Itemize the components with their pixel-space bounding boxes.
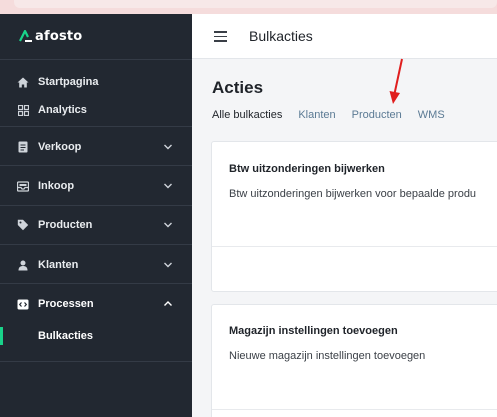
sidebar-subitem-bulkacties[interactable]: Bulkacties xyxy=(0,325,192,347)
sidebar-item-label: Verkoop xyxy=(38,141,82,153)
sidebar-item-inkoop[interactable]: Inkoop xyxy=(0,175,192,197)
card-divider xyxy=(212,246,497,247)
chevron-up-icon xyxy=(164,301,172,306)
sidebar-item-label: Startpagina xyxy=(38,76,99,88)
card-divider xyxy=(212,409,497,410)
sidebar-item-analytics[interactable]: Analytics xyxy=(0,99,192,121)
inbox-icon xyxy=(17,180,29,192)
tab-producten[interactable]: Producten xyxy=(352,109,402,121)
code-icon xyxy=(17,298,29,310)
chevron-down-icon xyxy=(164,222,172,228)
sidebar-item-label: Analytics xyxy=(38,104,87,116)
header-title: Bulkacties xyxy=(249,28,313,44)
card-description: Btw uitzonderingen bijwerken voor bepaal… xyxy=(229,188,477,200)
page-title: Acties xyxy=(212,78,264,97)
chevron-down-icon xyxy=(164,183,172,189)
card-title: Btw uitzonderingen bijwerken xyxy=(229,163,385,175)
grid-icon xyxy=(17,104,29,116)
sidebar: afosto Startpagina Analytics Verkoop Ink… xyxy=(0,14,192,417)
card-title: Magazijn instellingen toevoegen xyxy=(229,325,398,337)
sidebar-item-producten[interactable]: Producten xyxy=(0,214,192,236)
sidebar-divider xyxy=(0,205,192,206)
afosto-logo[interactable]: afosto xyxy=(19,28,82,44)
hamburger-icon[interactable] xyxy=(214,31,227,42)
card-description: Nieuwe magazijn instellingen toevoegen xyxy=(229,350,426,362)
sidebar-divider xyxy=(0,244,192,245)
browser-top-notch xyxy=(14,0,497,8)
sidebar-divider xyxy=(0,165,192,166)
annotation-arrow-icon xyxy=(389,58,403,104)
sidebar-item-label: Klanten xyxy=(38,259,79,271)
sidebar-divider xyxy=(0,283,192,284)
afosto-logo-mark-icon xyxy=(19,30,33,42)
sidebar-item-label: Inkoop xyxy=(38,180,75,192)
tag-icon xyxy=(17,219,29,231)
user-icon xyxy=(17,259,29,271)
sidebar-item-verkoop[interactable]: Verkoop xyxy=(0,136,192,158)
sidebar-subitem-label: Bulkacties xyxy=(38,330,94,342)
sidebar-item-label: Processen xyxy=(38,298,94,310)
tab-bar: Alle bulkacties Klanten Producten WMS xyxy=(212,109,461,121)
top-header: Bulkacties xyxy=(192,14,497,59)
sidebar-divider xyxy=(0,59,192,60)
sidebar-divider xyxy=(0,361,192,362)
document-icon xyxy=(17,141,29,153)
sidebar-item-processen[interactable]: Processen xyxy=(0,293,192,315)
chevron-down-icon xyxy=(164,144,172,150)
sidebar-item-klanten[interactable]: Klanten xyxy=(0,254,192,276)
tab-alle-bulkacties[interactable]: Alle bulkacties xyxy=(212,109,282,121)
main-content: Bulkacties Acties Alle bulkacties Klante… xyxy=(192,14,497,417)
tab-wms[interactable]: WMS xyxy=(418,109,445,121)
bulk-action-card[interactable]: Btw uitzonderingen bijwerken Btw uitzond… xyxy=(211,141,497,292)
sidebar-item-label: Producten xyxy=(38,219,93,231)
home-icon xyxy=(17,76,29,88)
chevron-down-icon xyxy=(164,262,172,268)
tab-klanten[interactable]: Klanten xyxy=(298,109,335,121)
bulk-action-card[interactable]: Magazijn instellingen toevoegen Nieuwe m… xyxy=(211,304,497,417)
sidebar-divider xyxy=(0,126,192,127)
browser-top-strip xyxy=(0,0,497,14)
sidebar-item-startpagina[interactable]: Startpagina xyxy=(0,71,192,93)
afosto-logo-text: afosto xyxy=(35,28,83,44)
